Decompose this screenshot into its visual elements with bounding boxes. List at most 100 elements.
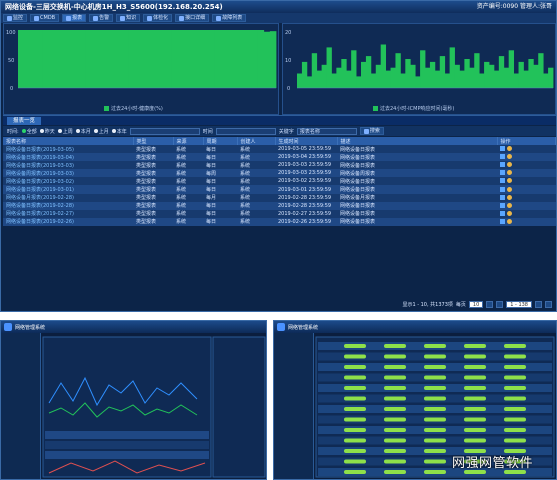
tab-alarm[interactable]: 告警 (89, 14, 114, 22)
table-cell: 系统 (173, 169, 203, 178)
download-icon[interactable] (507, 146, 512, 152)
report-name-link[interactable]: 网络设备日报表(2019-03-03) (3, 161, 133, 170)
view-icon[interactable] (500, 202, 505, 208)
view-icon[interactable] (500, 162, 505, 168)
report-name-link[interactable]: 网络设备日报表(2019-03-01) (3, 185, 133, 194)
view-icon[interactable] (500, 178, 505, 184)
per-page-select[interactable]: 10 (468, 301, 484, 308)
status-pill (464, 365, 486, 369)
table-cell: 每日 (203, 185, 237, 194)
download-icon[interactable] (507, 162, 512, 168)
table-row[interactable]: 网络设备日报表(2019-02-28) 类型报表 系统 每日 系统 2019-02-28 … (3, 201, 556, 210)
view-icon[interactable] (500, 194, 505, 200)
radio-dot (57, 129, 62, 133)
chart-bar (140, 30, 148, 88)
date-to-input[interactable] (215, 127, 276, 135)
status-pill (384, 407, 406, 411)
col-header[interactable]: 生成时间 (275, 137, 338, 145)
logo-icon (4, 323, 12, 331)
first-page-button[interactable] (486, 301, 494, 308)
next-page-button[interactable] (535, 301, 542, 308)
radio-yesterday[interactable]: 昨天 (39, 128, 55, 135)
status-pill (344, 354, 366, 359)
last-page-button[interactable] (545, 301, 552, 308)
chart-bar (226, 30, 234, 88)
chart-bar (429, 61, 436, 88)
tab-check[interactable]: 体检化 (143, 14, 173, 22)
download-icon[interactable] (507, 194, 512, 200)
col-header[interactable]: 报表名称 (3, 137, 134, 145)
tab-fault[interactable]: 故障列表 (212, 14, 247, 22)
pager: 显示1 - 10, 共1373项 每页 10 1 - 138 (301, 300, 552, 309)
report-name-link[interactable]: 网络设备日报表(2019-03-04) (3, 153, 133, 162)
table-row[interactable]: 网络设备月报表(2019-02-28) 类型报表 系统 每月 系统 2019-02-28 … (3, 193, 556, 202)
table-cell: 系统 (237, 217, 275, 226)
col-header[interactable]: 类型 (133, 137, 174, 145)
operation-cell (497, 177, 556, 186)
table-row[interactable]: 网络设备周报表(2019-03-03) 类型报表 系统 每周 系统 2019-03-03 … (3, 169, 556, 178)
keyword-input[interactable]: 报表名称 (296, 127, 357, 135)
report-name-link[interactable]: 网络设备日报表(2019-02-27) (3, 209, 133, 218)
tab-report[interactable]: 报表 (62, 14, 87, 22)
radio-last-month[interactable]: 上月 (93, 128, 109, 135)
report-name-link[interactable]: 网络设备周报表(2019-03-03) (3, 169, 133, 178)
download-icon[interactable] (507, 170, 512, 176)
radio-label: 昨天 (44, 128, 55, 135)
table-row[interactable]: 网络设备日报表(2019-02-27) 类型报表 系统 每日 系统 2019-02-27 … (3, 209, 556, 218)
tab-knowledge[interactable]: 知识 (116, 14, 141, 22)
operation-cell (497, 193, 556, 202)
view-icon[interactable] (500, 170, 505, 176)
prev-page-button[interactable] (496, 301, 504, 308)
tab-cmdb[interactable]: CMDB (30, 14, 60, 22)
view-icon[interactable] (500, 218, 505, 224)
report-name-link[interactable]: 网络设备日报表(2019-02-26) (3, 217, 133, 226)
table-cell: 系统 (237, 161, 275, 170)
view-icon[interactable] (500, 154, 505, 160)
col-header[interactable]: 创建人 (237, 137, 276, 145)
download-icon[interactable] (507, 186, 512, 192)
radio-all[interactable]: 全部 (21, 128, 37, 135)
tab-interface[interactable]: 接口详细 (175, 14, 210, 22)
table-row[interactable]: 网络设备日报表(2019-03-04) 类型报表 系统 每日 系统 2019-03-04 … (3, 153, 556, 162)
table-row[interactable]: 网络设备日报表(2019-03-03) 类型报表 系统 每日 系统 2019-03-03 … (3, 161, 556, 170)
status-pill (504, 375, 526, 380)
logo-icon (277, 323, 285, 331)
status-pill (464, 438, 486, 443)
toolbar: 监控 CMDB 报表 告警 知识 体检化 接口详细 故障列表 (1, 13, 556, 23)
view-icon[interactable] (500, 186, 505, 192)
date-from-input[interactable] (129, 127, 200, 135)
report-name-link[interactable]: 网络设备日报表(2019-03-05) (3, 145, 133, 154)
tab-monitor[interactable]: 监控 (3, 14, 28, 22)
chart-bar (484, 61, 490, 88)
tab-report-list[interactable]: 报表一览 (7, 117, 42, 125)
admin-name: 管理人:张哥 (519, 3, 552, 10)
download-icon[interactable] (507, 218, 512, 224)
report-name-link[interactable]: 网络设备月报表(2019-02-28) (3, 193, 133, 202)
report-name-link[interactable]: 网络设备日报表(2019-03-02) (3, 177, 133, 186)
view-icon[interactable] (500, 210, 505, 216)
search-icon (363, 128, 369, 134)
table-row[interactable]: 网络设备日报表(2019-02-26) 类型报表 系统 每日 系统 2019-02-26 … (3, 217, 556, 226)
download-icon[interactable] (507, 202, 512, 208)
view-icon[interactable] (500, 146, 505, 152)
chart-bar (464, 59, 470, 88)
col-header[interactable]: 操作 (497, 137, 556, 145)
radio-this-month[interactable]: 本月 (75, 128, 91, 135)
download-icon[interactable] (507, 210, 512, 216)
per-page-label: 每页 (455, 302, 466, 308)
chart-bar (365, 56, 372, 88)
table-row[interactable]: 网络设备日报表(2019-03-02) 类型报表 系统 每日 系统 2019-03-02 … (3, 177, 556, 186)
download-icon[interactable] (507, 178, 512, 184)
col-header[interactable]: 周期 (203, 137, 238, 145)
page-range[interactable]: 1 - 138 (506, 301, 532, 308)
col-header[interactable]: 来源 (173, 137, 204, 145)
table-row[interactable]: 网络设备日报表(2019-03-01) 类型报表 系统 每日 系统 2019-03-01 … (3, 185, 556, 194)
radio-last-week[interactable]: 上周 (57, 128, 73, 135)
download-icon[interactable] (507, 154, 512, 160)
radio-this-year[interactable]: 本年 (111, 128, 127, 135)
report-name-link[interactable]: 网络设备日报表(2019-02-28) (3, 201, 133, 210)
search-button[interactable]: 搜索 (359, 127, 384, 135)
table-row[interactable]: 网络设备日报表(2019-03-05) 类型报表 系统 每日 系统 2019-03-05 … (3, 145, 556, 154)
radio-label: 本月 (80, 128, 91, 135)
col-header[interactable]: 描述 (337, 137, 498, 145)
